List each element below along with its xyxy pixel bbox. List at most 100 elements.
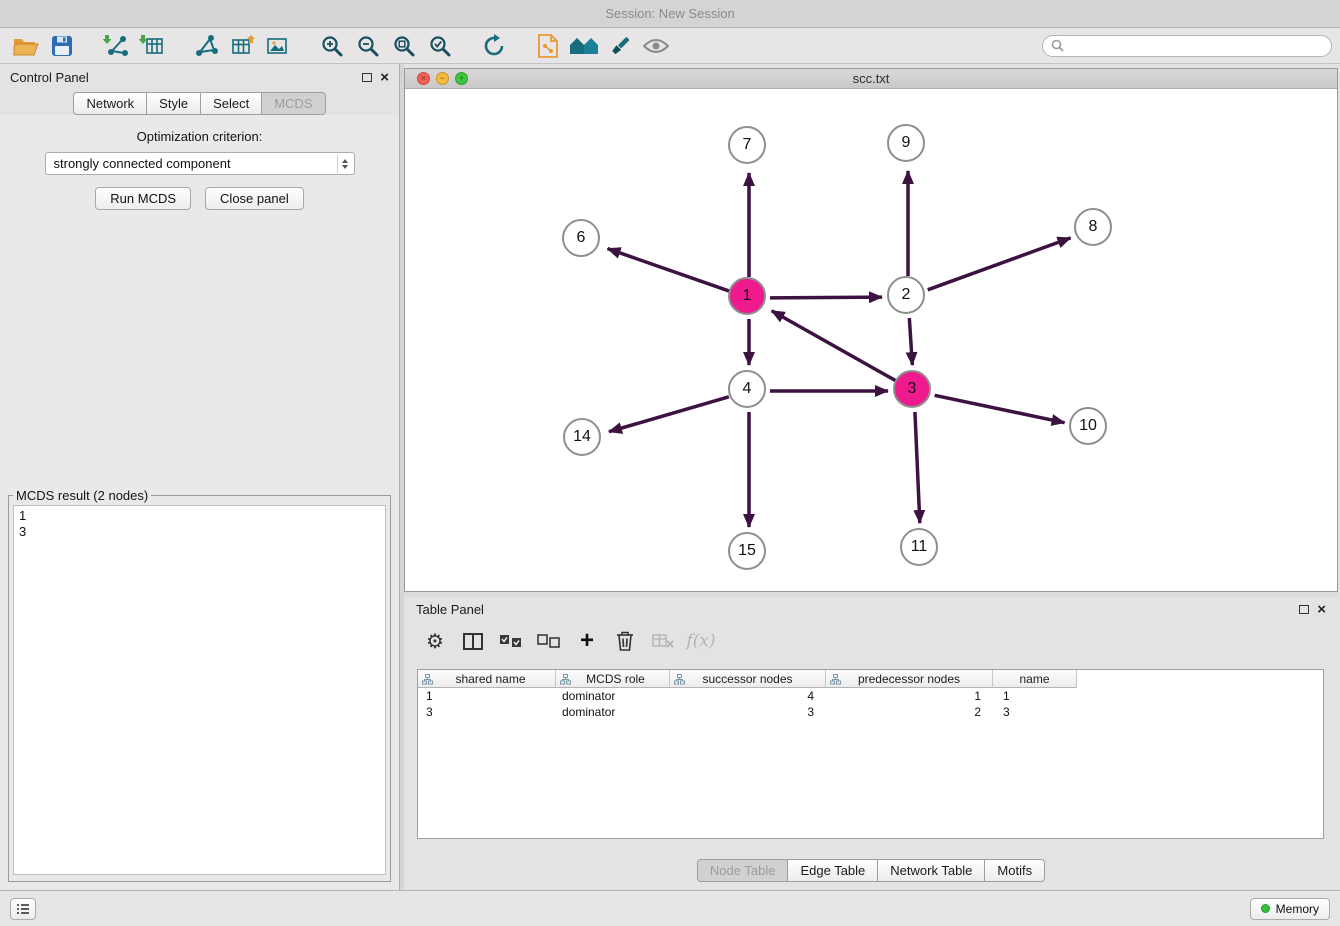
table-row[interactable]: 1 dominator 4 1 1 <box>418 688 1323 704</box>
edge-layer <box>405 89 1336 591</box>
cell-shared-name[interactable]: 3 <box>418 704 556 720</box>
graph-edge-1-2[interactable] <box>770 297 882 298</box>
delete-table-button[interactable] <box>646 626 680 656</box>
column-header-predecessor-nodes[interactable]: predecessor nodes <box>826 670 993 688</box>
memory-button[interactable]: Memory <box>1250 898 1330 920</box>
tab-node-table[interactable]: Node Table <box>697 859 789 882</box>
search-box[interactable] <box>1042 35 1332 57</box>
window-close-icon[interactable]: × <box>417 72 430 85</box>
import-table-button[interactable] <box>134 31 170 61</box>
cell-shared-name[interactable]: 1 <box>418 688 556 704</box>
criterion-dropdown[interactable]: strongly connected component <box>45 152 355 175</box>
graph-node-3[interactable]: 3 <box>893 370 931 408</box>
graph-node-14[interactable]: 14 <box>563 418 601 456</box>
mcds-result-list[interactable]: 1 3 <box>13 505 386 875</box>
save-session-button[interactable] <box>44 31 80 61</box>
graph-node-11[interactable]: 11 <box>900 528 938 566</box>
zoom-selected-button[interactable] <box>422 31 458 61</box>
cell-name[interactable]: 3 <box>993 704 1077 720</box>
new-table-button[interactable] <box>224 31 260 61</box>
graph-edge-3-11[interactable] <box>915 412 920 523</box>
graph-node-6[interactable]: 6 <box>562 219 600 257</box>
window-maximize-icon[interactable]: + <box>455 72 468 85</box>
table-panel-title: Table Panel <box>416 602 484 617</box>
run-mcds-button[interactable]: Run MCDS <box>95 187 191 210</box>
main-toolbar <box>0 28 1340 64</box>
graph-node-15[interactable]: 15 <box>728 532 766 570</box>
paintbrush-icon <box>608 34 632 58</box>
close-table-panel-icon[interactable]: × <box>1317 602 1326 617</box>
tab-network[interactable]: Network <box>73 92 147 115</box>
deselect-all-button[interactable] <box>532 626 566 656</box>
close-panel-icon[interactable]: × <box>380 70 389 85</box>
tab-style[interactable]: Style <box>146 92 201 115</box>
show-hide-button[interactable] <box>638 31 674 61</box>
column-header-successor-nodes[interactable]: successor nodes <box>670 670 826 688</box>
close-panel-button[interactable]: Close panel <box>205 187 304 210</box>
graph-node-2[interactable]: 2 <box>887 276 925 314</box>
tree-icon <box>674 674 685 685</box>
graph-edge-4-14[interactable] <box>609 397 729 432</box>
plus-icon: + <box>580 629 594 653</box>
graph-node-9[interactable]: 9 <box>887 124 925 162</box>
search-input[interactable] <box>1068 38 1323 54</box>
table-header-filler <box>1077 670 1323 688</box>
graph-node-4[interactable]: 4 <box>728 370 766 408</box>
open-session-button[interactable] <box>8 31 44 61</box>
graph-edge-3-10[interactable] <box>935 395 1065 422</box>
function-builder-button[interactable]: f(x) <box>684 626 718 656</box>
apply-layout-button[interactable] <box>476 31 512 61</box>
status-menu-button[interactable] <box>10 898 36 920</box>
search-icon <box>1051 39 1064 52</box>
column-header-name[interactable]: name <box>993 670 1077 688</box>
export-image-button[interactable] <box>260 31 296 61</box>
window-minimize-icon[interactable]: − <box>436 72 449 85</box>
tab-select[interactable]: Select <box>200 92 262 115</box>
tab-network-table[interactable]: Network Table <box>877 859 985 882</box>
paint-style-button[interactable] <box>602 31 638 61</box>
first-neighbors-button[interactable] <box>530 31 566 61</box>
zoom-fit-button[interactable] <box>386 31 422 61</box>
graph-node-10[interactable]: 10 <box>1069 407 1107 445</box>
column-header-mcds-role[interactable]: MCDS role <box>556 670 670 688</box>
import-network-button[interactable] <box>98 31 134 61</box>
network-window-titlebar[interactable]: × − + scc.txt <box>405 69 1337 89</box>
column-header-shared-name[interactable]: shared name <box>418 670 556 688</box>
tree-icon <box>830 674 841 685</box>
cell-mcds-role[interactable]: dominator <box>556 704 670 720</box>
graph-edge-3-1[interactable] <box>772 311 896 381</box>
import-table-icon <box>139 34 165 58</box>
graph-edge-2-3[interactable] <box>909 318 912 365</box>
cell-mcds-role[interactable]: dominator <box>556 688 670 704</box>
graph-node-7[interactable]: 7 <box>728 126 766 164</box>
delete-column-button[interactable] <box>608 626 642 656</box>
network-canvas[interactable]: 7 9 6 8 1 2 4 3 14 10 15 11 <box>405 89 1337 591</box>
zoom-in-button[interactable] <box>314 31 350 61</box>
show-columns-button[interactable] <box>456 626 490 656</box>
cell-name[interactable]: 1 <box>993 688 1077 704</box>
window-titlebar[interactable]: Session: New Session <box>0 0 1340 28</box>
fx-icon: f(x) <box>686 631 715 651</box>
zoom-out-button[interactable] <box>350 31 386 61</box>
tab-mcds[interactable]: MCDS <box>261 92 325 115</box>
tab-motifs[interactable]: Motifs <box>984 859 1045 882</box>
cell-successor-nodes[interactable]: 3 <box>670 704 826 720</box>
graph-node-1[interactable]: 1 <box>728 277 766 315</box>
cell-successor-nodes[interactable]: 4 <box>670 688 826 704</box>
zoom-selected-icon <box>428 34 452 58</box>
add-column-button[interactable]: + <box>570 626 604 656</box>
select-all-button[interactable] <box>494 626 528 656</box>
overview-button[interactable] <box>566 31 602 61</box>
graph-edge-1-6[interactable] <box>608 249 730 291</box>
graph-edge-2-8[interactable] <box>928 238 1071 290</box>
table-settings-button[interactable]: ⚙ <box>418 626 452 656</box>
new-network-button[interactable] <box>188 31 224 61</box>
network-window: × − + scc.txt 7 9 6 8 1 2 4 3 14 10 15 11 <box>404 68 1338 592</box>
tab-edge-table[interactable]: Edge Table <box>787 859 878 882</box>
table-row[interactable]: 3 dominator 3 2 3 <box>418 704 1323 720</box>
graph-node-8[interactable]: 8 <box>1074 208 1112 246</box>
float-table-panel-icon[interactable] <box>1299 605 1309 614</box>
cell-predecessor-nodes[interactable]: 1 <box>826 688 993 704</box>
float-panel-icon[interactable] <box>362 73 372 82</box>
cell-predecessor-nodes[interactable]: 2 <box>826 704 993 720</box>
